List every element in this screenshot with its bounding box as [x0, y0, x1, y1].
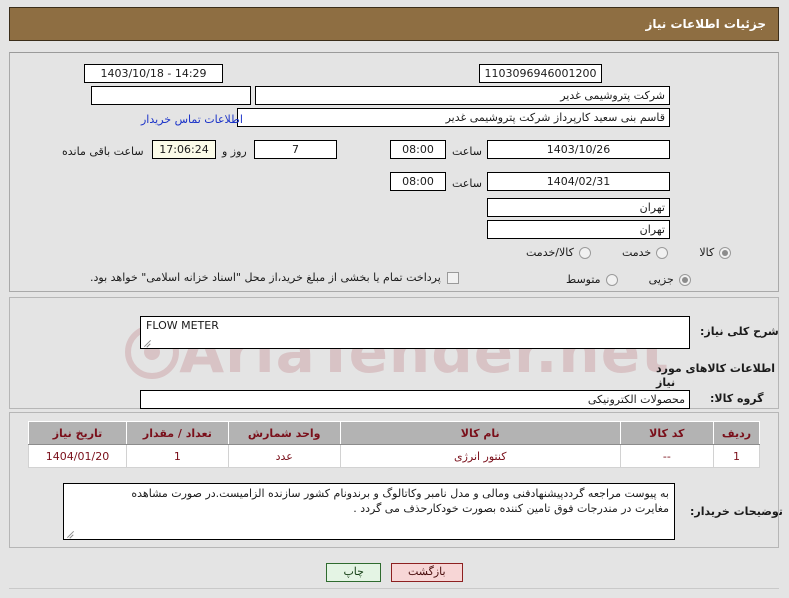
- buyer-contact-link[interactable]: اطلاعات تماس خریدار: [141, 113, 243, 126]
- cell-kod-kala: --: [619, 444, 714, 468]
- column-header-kod-kala: کد کالا: [619, 421, 714, 445]
- treasury-note-checkbox[interactable]: [446, 272, 459, 284]
- items-table: ردیف کد کالا نام کالا واحد شمارش تعداد /…: [27, 421, 761, 468]
- announce-datetime-value[interactable]: 14:29 - 1403/10/18: [84, 64, 223, 83]
- table-row: 1 -- کنتور انرژی عدد 1 1404/01/20: [27, 444, 761, 468]
- purchase-process-options: جزیی متوسط: [540, 271, 691, 290]
- request-creator-value[interactable]: قاسم بنی سعید کارپرداز شرکت پتروشیمی غدی…: [237, 108, 670, 127]
- delivery-city-value[interactable]: تهران: [487, 220, 670, 239]
- buyer-notes-line2: مغایرت در مندرجات فوق تامین کننده بصورت …: [353, 502, 669, 515]
- resize-grip-icon[interactable]: [143, 337, 153, 347]
- purchase-process-option-motevaset[interactable]: متوسط: [566, 273, 618, 287]
- footer-divider: [9, 588, 779, 589]
- cell-radif: 1: [712, 444, 761, 468]
- print-button[interactable]: چاپ: [326, 563, 381, 582]
- price-validity-date[interactable]: 1404/02/31: [487, 172, 670, 191]
- delivery-province-value[interactable]: تهران: [487, 198, 670, 217]
- radio-icon[interactable]: [578, 247, 591, 259]
- need-number-value[interactable]: 1103096946001200: [479, 64, 602, 83]
- radio-icon[interactable]: [656, 247, 669, 259]
- purchase-process-option-jozei[interactable]: جزیی: [649, 273, 691, 287]
- cell-tedad: 1: [126, 444, 229, 468]
- purchase-process-option-label: جزیی: [648, 273, 674, 286]
- resize-grip-icon[interactable]: [66, 528, 76, 538]
- buyer-notes-textarea[interactable]: به پیوست مراجعه گرددپیشنهادفنی ومالی و م…: [63, 483, 675, 540]
- countdown-label: ساعت باقی مانده: [62, 145, 144, 158]
- countdown-timer: 17:06:24: [152, 140, 216, 159]
- column-header-tedad: تعداد / مقدار: [126, 421, 229, 445]
- page-title: جزئیات اطلاعات نیاز: [645, 17, 766, 31]
- subject-class-option-kala-khedmat[interactable]: کالا/خدمت: [526, 246, 591, 260]
- remaining-days-value[interactable]: 7: [254, 140, 337, 159]
- buyer-org-value-secondary[interactable]: [91, 86, 251, 105]
- remaining-days-label: روز و: [222, 145, 247, 158]
- column-header-vahed: واحد شمارش: [227, 421, 341, 445]
- response-deadline-hour-label: ساعت: [452, 145, 482, 158]
- subject-class-option-label: خدمت: [621, 246, 652, 259]
- subject-class-option-khedmat[interactable]: خدمت: [621, 246, 669, 260]
- buyer-notes-line1: به پیوست مراجعه گرددپیشنهادفنی ومالی و م…: [131, 487, 669, 500]
- radio-icon[interactable]: [605, 274, 618, 286]
- subject-class-option-kala[interactable]: کالا: [699, 246, 732, 260]
- action-buttons: بازگشت چاپ: [0, 563, 789, 582]
- column-header-radif: ردیف: [712, 421, 761, 445]
- description-value: FLOW METER: [146, 319, 219, 332]
- price-validity-hour[interactable]: 08:00: [390, 172, 446, 191]
- response-deadline-hour[interactable]: 08:00: [390, 140, 446, 159]
- back-button[interactable]: بازگشت: [390, 563, 463, 582]
- subject-class-options: کالا خدمت کالا/خدمت: [500, 244, 732, 263]
- column-header-tarikh: تاریخ نیاز: [27, 421, 128, 445]
- table-header-row: ردیف کد کالا نام کالا واحد شمارش تعداد /…: [27, 421, 761, 445]
- page-title-bar: جزئیات اطلاعات نیاز: [9, 7, 779, 41]
- purchase-process-option-label: متوسط: [566, 273, 601, 286]
- radio-icon[interactable]: [678, 274, 691, 286]
- description-textarea[interactable]: FLOW METER: [140, 316, 690, 349]
- goods-group-value[interactable]: محصولات الکترونیکی: [140, 390, 690, 409]
- subject-class-option-label: کالا: [699, 246, 715, 259]
- treasury-note-text: پرداخت تمام یا بخشی از مبلغ خرید،از محل …: [90, 271, 441, 284]
- buyer-org-value[interactable]: شرکت پتروشیمی غدیر: [255, 86, 670, 105]
- radio-icon[interactable]: [719, 247, 732, 259]
- treasury-note-row: پرداخت تمام یا بخشی از مبلغ خرید،از محل …: [90, 271, 459, 285]
- response-deadline-date[interactable]: 1403/10/26: [487, 140, 670, 159]
- cell-tarikh: 1404/01/20: [27, 444, 128, 468]
- price-validity-hour-label: ساعت: [452, 177, 482, 190]
- subject-class-option-label: کالا/خدمت: [526, 246, 574, 259]
- column-header-nam-kala: نام کالا: [339, 421, 621, 445]
- cell-nam-kala: کنتور انرژی: [339, 444, 621, 468]
- page-root: AriaTender.net جزئیات اطلاعات نیاز شماره…: [0, 0, 789, 598]
- cell-vahed: عدد: [227, 444, 341, 468]
